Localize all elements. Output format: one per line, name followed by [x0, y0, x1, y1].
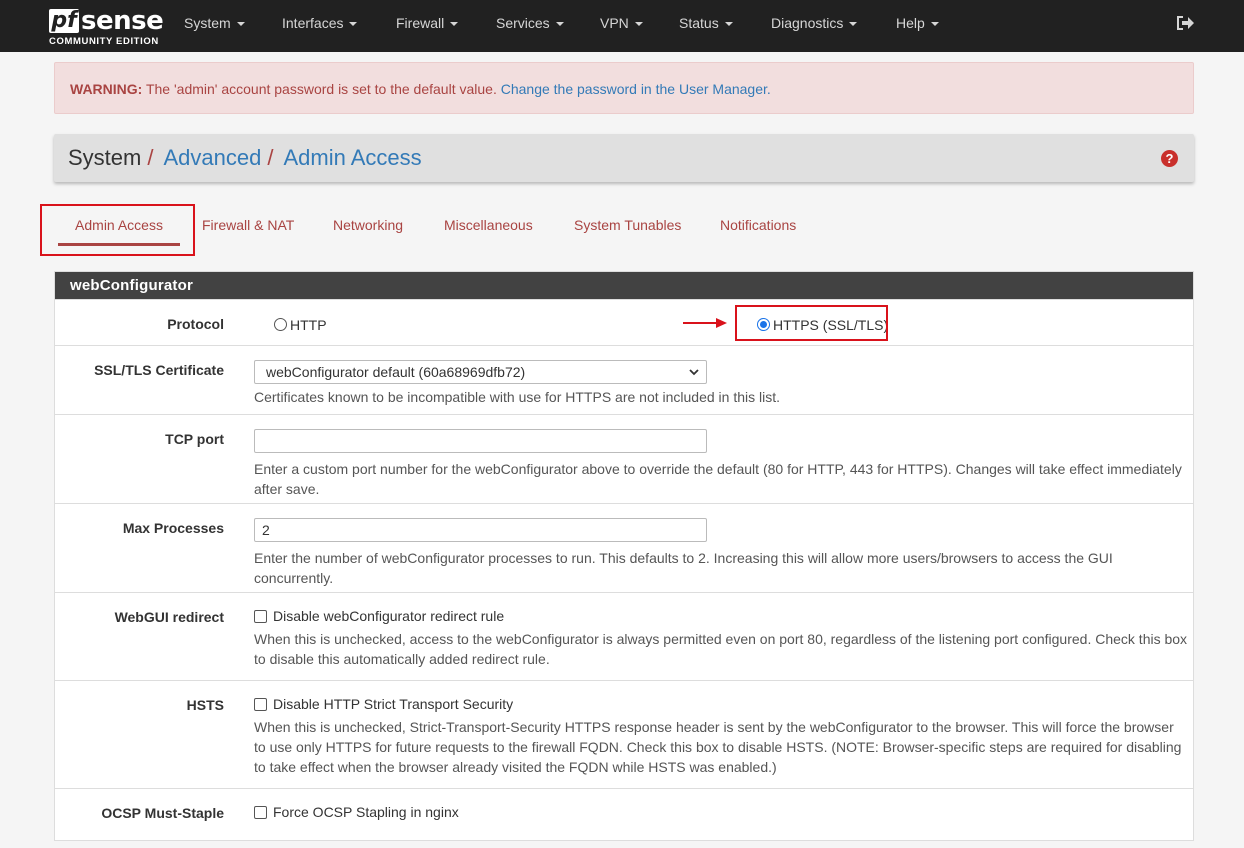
tcp-port-row: TCP port Enter a custom port number for … [55, 414, 1193, 503]
nav-services[interactable]: Services [496, 0, 564, 46]
tab-notifications[interactable]: Notifications [720, 204, 796, 246]
breadcrumb-system: System [68, 145, 142, 170]
nav-label: Interfaces [282, 15, 344, 31]
ocsp-checkbox[interactable] [254, 806, 267, 819]
max-processes-help: Enter the number of webConfigurator proc… [254, 550, 1113, 586]
sign-out-icon[interactable] [1175, 14, 1195, 32]
caret-down-icon [724, 22, 733, 27]
webgui-redirect-help: When this is unchecked, access to the we… [254, 631, 1188, 667]
protocol-http-option[interactable]: HTTP [274, 317, 327, 333]
webgui-redirect-row: WebGUI redirect Disable webConfigurator … [55, 592, 1193, 680]
tab-networking[interactable]: Networking [333, 204, 403, 246]
help-icon[interactable]: ? [1161, 150, 1178, 167]
nav-status[interactable]: Status [679, 0, 733, 46]
top-navbar: pf sense COMMUNITY EDITION System Interf… [0, 0, 1244, 52]
caret-down-icon [450, 22, 459, 27]
ssl-certificate-label: SSL/TLS Certificate [94, 362, 224, 378]
protocol-label: Protocol [167, 316, 224, 332]
hsts-help: When this is unchecked, Strict-Transport… [254, 719, 1182, 775]
nav-label: VPN [600, 15, 629, 31]
caret-down-icon [349, 22, 358, 27]
panel-title: webConfigurator [55, 272, 1193, 299]
max-processes-input[interactable] [254, 518, 707, 542]
nav-label: Status [679, 15, 719, 31]
ssl-certificate-select[interactable]: webConfigurator default (60a68969dfb72) [254, 360, 707, 384]
breadcrumb: System / Advanced / Admin Access ? [54, 134, 1194, 182]
ocsp-checkbox-wrap[interactable]: Force OCSP Stapling in nginx [254, 804, 1189, 820]
default-password-warning: WARNING: The 'admin' account password is… [54, 62, 1194, 114]
redirect-checkbox-wrap[interactable]: Disable webConfigurator redirect rule [254, 608, 1189, 624]
nav-help[interactable]: Help [896, 0, 939, 46]
warning-label: WARNING: [70, 81, 143, 97]
http-radio-label: HTTP [290, 317, 327, 333]
ocsp-row: OCSP Must-Staple Force OCSP Stapling in … [55, 788, 1193, 848]
webconfigurator-panel: webConfigurator Protocol HTTP HTTPS (SSL… [54, 271, 1194, 841]
protocol-row: Protocol HTTP HTTPS (SSL/TLS) [55, 299, 1193, 345]
breadcrumb-admin-access[interactable]: Admin Access [283, 145, 421, 171]
nav-label: Diagnostics [771, 15, 844, 31]
ssl-certificate-row: SSL/TLS Certificate webConfigurator defa… [55, 345, 1193, 414]
nav-label: Help [896, 15, 925, 31]
https-radio-label: HTTPS (SSL/TLS) [773, 317, 889, 333]
protocol-https-option[interactable]: HTTPS (SSL/TLS) [757, 317, 888, 333]
breadcrumb-advanced[interactable]: Advanced [163, 145, 261, 171]
nav-label: System [184, 15, 231, 31]
tcp-port-label: TCP port [165, 431, 224, 447]
redirect-checkbox-label: Disable webConfigurator redirect rule [273, 608, 505, 624]
redirect-checkbox[interactable] [254, 610, 267, 623]
http-radio[interactable] [274, 318, 287, 331]
warning-message: The 'admin' account password is set to t… [142, 81, 501, 97]
chevron-down-icon [689, 369, 699, 376]
https-radio[interactable] [757, 318, 770, 331]
ssl-certificate-help: Certificates known to be incompatible wi… [254, 389, 781, 405]
breadcrumb-separator: / [147, 145, 154, 170]
tcp-port-help: Enter a custom port number for the webCo… [254, 461, 1182, 497]
hsts-row: HSTS Disable HTTP Strict Transport Secur… [55, 680, 1193, 788]
tab-firewall-nat[interactable]: Firewall & NAT [202, 204, 294, 246]
tcp-port-input[interactable] [254, 429, 707, 453]
logo-text: sense [81, 6, 164, 36]
nav-label: Firewall [396, 15, 445, 31]
nav-diagnostics[interactable]: Diagnostics [771, 0, 858, 46]
ssl-certificate-value: webConfigurator default (60a68969dfb72) [266, 364, 526, 380]
hsts-checkbox-label: Disable HTTP Strict Transport Security [273, 696, 514, 712]
tab-admin-access[interactable]: Admin Access [58, 204, 180, 246]
caret-down-icon [555, 22, 564, 27]
caret-down-icon [849, 22, 858, 27]
logo-edition: COMMUNITY EDITION [49, 36, 159, 47]
nav-firewall[interactable]: Firewall [396, 0, 459, 46]
nav-system[interactable]: System [184, 0, 245, 46]
tab-miscellaneous[interactable]: Miscellaneous [444, 204, 533, 246]
logo-mark: pf [49, 9, 79, 33]
max-processes-row: Max Processes Enter the number of webCon… [55, 503, 1193, 592]
webgui-redirect-label: WebGUI redirect [114, 609, 224, 625]
nav-interfaces[interactable]: Interfaces [282, 0, 358, 46]
change-password-link[interactable]: Change the password in the User Manager. [501, 81, 771, 97]
nav-label: Services [496, 15, 550, 31]
ocsp-label: OCSP Must-Staple [101, 805, 224, 821]
hsts-checkbox-wrap[interactable]: Disable HTTP Strict Transport Security [254, 696, 1189, 712]
tab-system-tunables[interactable]: System Tunables [574, 204, 681, 246]
pfsense-logo[interactable]: pf sense COMMUNITY EDITION [49, 6, 164, 47]
arrow-right-icon [683, 318, 727, 328]
tab-bar: Admin Access Firewall & NAT Networking M… [54, 204, 1194, 250]
ocsp-checkbox-label: Force OCSP Stapling in nginx [273, 804, 459, 820]
nav-vpn[interactable]: VPN [600, 0, 643, 46]
caret-down-icon [634, 22, 643, 27]
caret-down-icon [236, 22, 245, 27]
caret-down-icon [930, 22, 939, 27]
hsts-checkbox[interactable] [254, 698, 267, 711]
hsts-label: HSTS [186, 697, 224, 713]
max-processes-label: Max Processes [122, 520, 224, 536]
breadcrumb-separator: / [267, 145, 274, 170]
